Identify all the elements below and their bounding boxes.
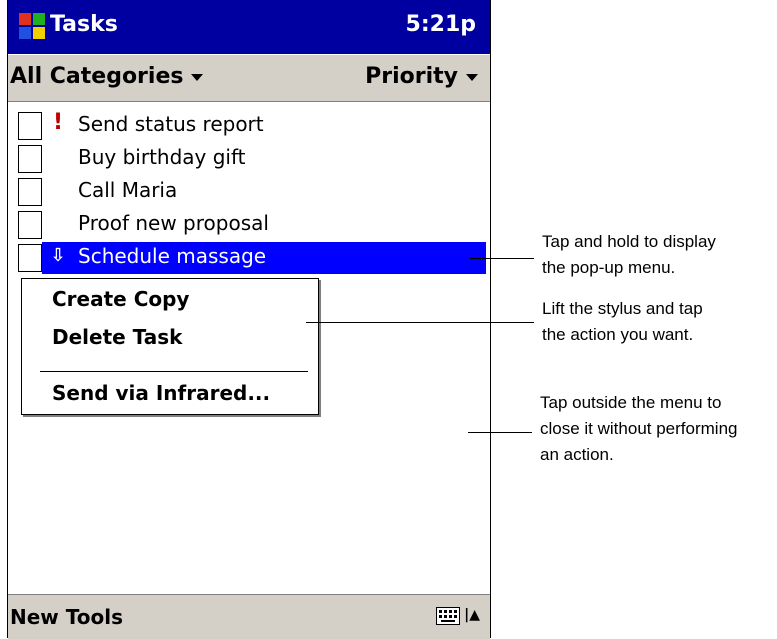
task-label: Proof new proposal (78, 211, 269, 235)
clock[interactable]: 5:21p (406, 12, 476, 37)
send-via-infrared-menu-item[interactable]: Send via Infrared... (52, 381, 270, 405)
callout-line-text: close it without performing (540, 419, 738, 438)
task-checkbox[interactable] (18, 244, 42, 272)
app-title: Tasks (50, 12, 118, 37)
task-row-selected[interactable]: ⇩ Schedule massage (8, 242, 486, 274)
chevron-down-icon (191, 73, 204, 81)
task-row[interactable]: ! Send status report (8, 110, 486, 142)
task-label: Schedule massage (78, 244, 267, 268)
filter-bar: All Categories Priority (8, 55, 490, 102)
up-arrow-icon[interactable]: |▲ (464, 607, 480, 623)
task-checkbox[interactable] (18, 178, 42, 206)
callout-line-text: Tap and hold to display (542, 232, 716, 251)
pocket-pc-screen: Tasks 5:21p All Categories Priority ! Se… (7, 0, 491, 639)
task-row[interactable]: Buy birthday gift (8, 143, 486, 175)
callout-line-text: Tap outside the menu to (540, 393, 722, 412)
callout-line (468, 432, 532, 433)
menu-separator (40, 371, 308, 372)
create-copy-menu-item[interactable]: Create Copy (52, 287, 189, 311)
callout-line-text: the action you want. (542, 325, 694, 344)
low-priority-icon: ⇩ (50, 245, 66, 266)
windows-flag-icon[interactable] (18, 12, 46, 40)
task-checkbox[interactable] (18, 145, 42, 173)
categories-dropdown[interactable]: All Categories (10, 64, 204, 89)
task-label: Send status report (78, 112, 264, 136)
callout-line (470, 258, 534, 259)
keyboard-icon[interactable] (436, 607, 460, 625)
task-label: Call Maria (78, 178, 178, 202)
callout-line-text: an action. (540, 445, 614, 464)
sort-dropdown[interactable]: Priority (365, 64, 478, 89)
new-tools-menu[interactable]: New Tools (10, 605, 123, 629)
task-checkbox[interactable] (18, 112, 42, 140)
task-label: Buy birthday gift (78, 145, 246, 169)
callout-text: Lift the stylus and tap the action you w… (542, 296, 703, 348)
callout-text: Tap outside the menu to close it without… (540, 390, 737, 468)
task-row[interactable]: Proof new proposal (8, 209, 486, 241)
delete-task-menu-item[interactable]: Delete Task (52, 325, 182, 349)
high-priority-icon: ! (52, 110, 64, 135)
callout-text: Tap and hold to display the pop-up menu. (542, 229, 716, 281)
popup-menu: Create Copy Delete Task Send via Infrare… (21, 278, 319, 415)
sort-label: Priority (365, 64, 458, 89)
chevron-down-icon (466, 73, 478, 81)
command-bar: New Tools |▲ (8, 594, 490, 639)
title-bar: Tasks 5:21p (8, 0, 490, 54)
categories-label: All Categories (10, 64, 184, 89)
callout-line-text: Lift the stylus and tap (542, 299, 703, 318)
task-checkbox[interactable] (18, 211, 42, 239)
callout-line-text: the pop-up menu. (542, 258, 676, 277)
callout-line (306, 322, 534, 323)
task-row[interactable]: Call Maria (8, 176, 486, 208)
